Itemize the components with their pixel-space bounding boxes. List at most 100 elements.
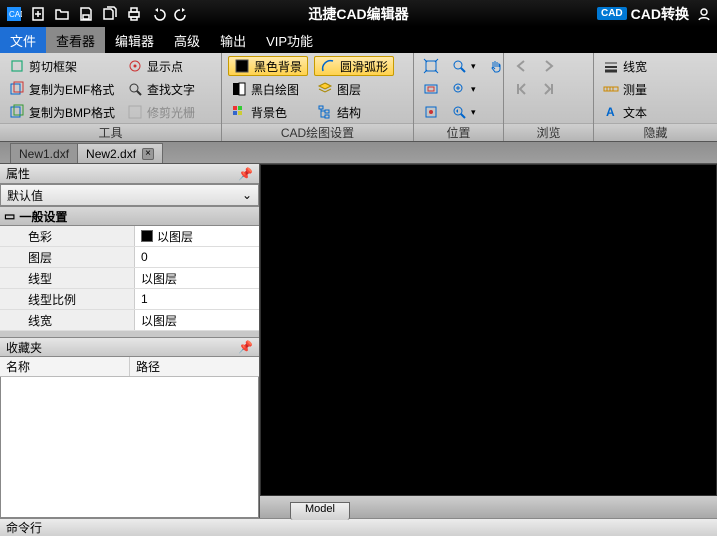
open-icon[interactable] <box>51 4 73 24</box>
left-panel: 属性 📌 默认值 ⌄ ▭ 一般设置 色彩以图层 图层0 线型以图层 线型比例1 … <box>0 164 260 518</box>
label: 测量 <box>623 81 647 98</box>
arrow-left-icon <box>513 58 529 74</box>
point-icon <box>127 58 143 74</box>
menu-vip[interactable]: VIP功能 <box>256 27 323 53</box>
zoom-prev-button[interactable]: ▾ <box>448 102 479 122</box>
chevron-down-icon: ▾ <box>471 61 476 72</box>
value: 0 <box>141 250 148 264</box>
user-icon[interactable] <box>693 4 715 24</box>
zoom-rt-icon <box>451 81 467 97</box>
new-icon[interactable] <box>27 4 49 24</box>
linewidth-button[interactable]: 线宽 <box>600 56 650 76</box>
canvas-wrap: Model <box>260 164 717 518</box>
prop-section-general[interactable]: ▭ 一般设置 <box>0 206 259 226</box>
layer-button[interactable]: 图层 <box>314 79 394 99</box>
cad-badge: CAD <box>597 7 627 20</box>
pin-icon[interactable]: 📌 <box>238 340 253 354</box>
structure-button[interactable]: 结构 <box>314 102 394 122</box>
drawing-canvas[interactable] <box>260 164 717 496</box>
label: 圆滑弧形 <box>340 58 388 75</box>
show-point-button[interactable]: 显示点 <box>124 56 198 76</box>
ribbon: 剪切框架 复制为EMF格式 复制为BMP格式 显示点 查找文字 修剪光栅 工具 … <box>0 53 717 142</box>
panel-properties-title: 属性 📌 <box>0 164 259 184</box>
menu-file[interactable]: 文件 <box>0 27 46 53</box>
measure-button[interactable]: 测量 <box>600 79 650 99</box>
menu-output[interactable]: 输出 <box>210 27 256 53</box>
prop-row-layer[interactable]: 图层 0 <box>0 247 259 268</box>
doc-tab-1[interactable]: New1.dxf <box>10 143 78 163</box>
label: 黑白绘图 <box>251 81 299 98</box>
label: New2.dxf <box>86 147 136 161</box>
panel-favorites-title: 收藏夹 📌 <box>0 337 259 357</box>
menu-editor[interactable]: 编辑器 <box>105 27 164 53</box>
color-swatch <box>141 230 153 242</box>
chevron-down-icon: ▾ <box>471 84 476 95</box>
cut-frame-button[interactable]: 剪切框架 <box>6 56 118 76</box>
black-bg-icon <box>234 58 250 74</box>
zoom-dropdown[interactable]: ▾ <box>448 56 479 76</box>
arrow-last-icon <box>541 81 557 97</box>
copy-emf-button[interactable]: 复制为EMF格式 <box>6 79 118 99</box>
favorites-list[interactable] <box>0 377 259 518</box>
value: 以图层 <box>141 270 177 287</box>
bw-draw-button[interactable]: 黑白绘图 <box>228 79 308 99</box>
close-icon[interactable]: × <box>142 148 154 160</box>
group-caption: 隐藏 <box>594 123 717 141</box>
app-logo-icon[interactable]: CAD <box>3 4 25 24</box>
model-tab[interactable]: Model <box>290 502 350 520</box>
pan-icon <box>488 58 504 74</box>
tree-icon <box>317 104 333 120</box>
scissors-icon <box>127 104 143 120</box>
group-caption: 工具 <box>0 123 221 141</box>
smooth-arc-button[interactable]: 圆滑弧形 <box>314 56 394 76</box>
zoom-center-button[interactable] <box>420 102 442 122</box>
label: 显示点 <box>147 58 183 75</box>
save-icon[interactable] <box>75 4 97 24</box>
label: 复制为EMF格式 <box>29 81 114 98</box>
properties-combo[interactable]: 默认值 ⌄ <box>0 184 259 206</box>
menu-advanced[interactable]: 高级 <box>164 27 210 53</box>
trim-raster-button: 修剪光栅 <box>124 102 198 122</box>
zoom-extents-button[interactable] <box>420 56 442 76</box>
undo-icon[interactable] <box>147 4 169 24</box>
crop-icon <box>9 58 25 74</box>
copy-bmp-button[interactable]: 复制为BMP格式 <box>6 102 118 122</box>
label: 修剪光栅 <box>147 104 195 121</box>
col-path[interactable]: 路径 <box>130 357 259 376</box>
label: 图层 <box>0 247 135 267</box>
label: 收藏夹 <box>6 339 42 356</box>
command-line[interactable]: 命令行 <box>0 518 717 536</box>
redo-icon[interactable] <box>171 4 193 24</box>
zoom-window-button[interactable] <box>420 79 442 99</box>
arrow-first-icon <box>513 81 529 97</box>
arc-icon <box>320 58 336 74</box>
col-name[interactable]: 名称 <box>0 357 130 376</box>
next-button <box>538 56 560 76</box>
prev-button <box>510 56 532 76</box>
find-text-button[interactable]: 查找文字 <box>124 79 198 99</box>
doc-tab-2[interactable]: New2.dxf × <box>77 143 163 163</box>
cad-convert-button[interactable]: CAD转换 <box>631 4 689 24</box>
extents-icon <box>423 58 439 74</box>
bg-color-button[interactable]: 背景色 <box>228 102 308 122</box>
zoom-realtime-button[interactable]: ▾ <box>448 79 479 99</box>
save-all-icon[interactable] <box>99 4 121 24</box>
prop-row-color[interactable]: 色彩以图层 <box>0 226 259 247</box>
prop-row-linewidth[interactable]: 线宽以图层 <box>0 310 259 331</box>
pin-icon[interactable]: 📌 <box>238 167 253 181</box>
quick-access-toolbar: CAD <box>0 4 193 24</box>
last-button <box>538 79 560 99</box>
value: 1 <box>141 292 148 306</box>
label: 线型 <box>0 268 135 288</box>
collapse-icon: ▭ <box>4 209 15 223</box>
prop-row-linescale[interactable]: 线型比例1 <box>0 289 259 310</box>
print-icon[interactable] <box>123 4 145 24</box>
label: 文本 <box>623 104 647 121</box>
label: 黑色背景 <box>254 58 302 75</box>
prop-row-linetype[interactable]: 线型以图层 <box>0 268 259 289</box>
text-button[interactable]: A文本 <box>600 102 650 122</box>
black-bg-button[interactable]: 黑色背景 <box>228 56 308 76</box>
bw-icon <box>231 81 247 97</box>
menu-viewer[interactable]: 查看器 <box>46 27 105 53</box>
favorites-header: 名称 路径 <box>0 357 259 377</box>
